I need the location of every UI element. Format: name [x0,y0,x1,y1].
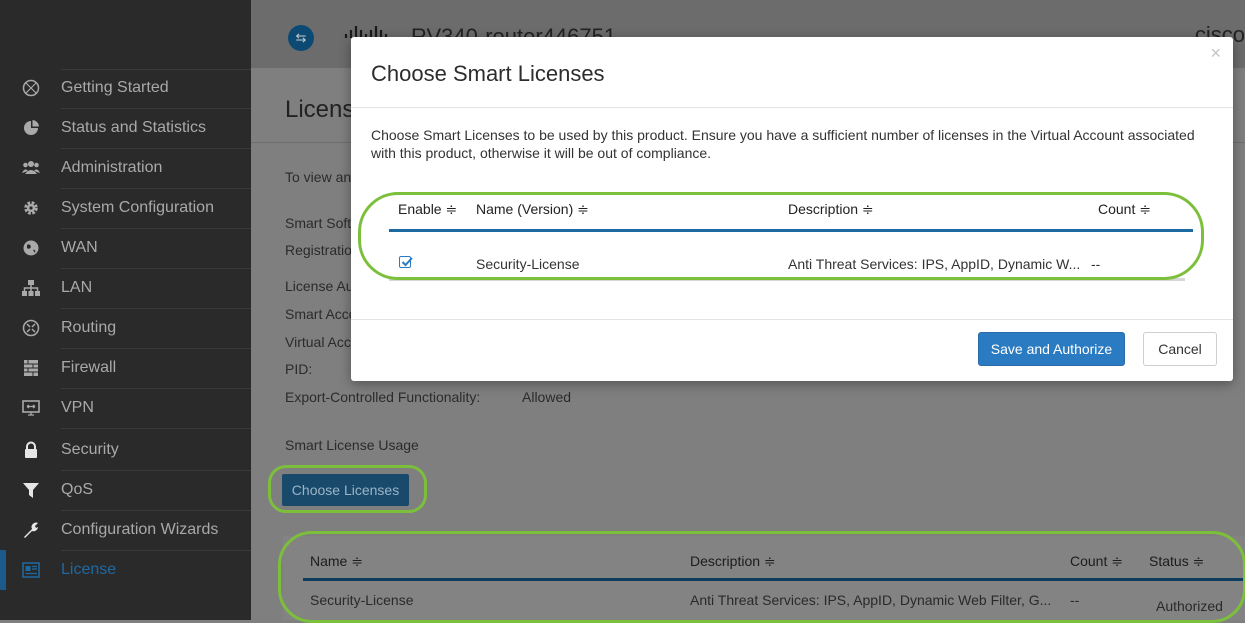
globe-icon [22,79,40,97]
field-label: Virtual Acc [285,334,351,350]
lock-icon [22,441,40,459]
license-icon [22,561,40,579]
sidebar-divider [61,428,251,429]
world-icon [22,239,40,257]
sidebar-item-label: QoS [61,481,94,498]
intro-text: To view an [285,169,352,185]
sidebar-item-label: Configuration Wizards [61,521,219,538]
sidebar-item-configuration-wizards[interactable]: Configuration Wizards [0,510,251,550]
wrench-icon [22,521,40,539]
sidebar-item-lan[interactable]: LAN [0,268,251,308]
sidebar-item-license[interactable]: License [0,550,251,590]
sidebar-item-label: Security [61,441,119,458]
sidebar-item-label: Administration [61,159,163,176]
sidebar-item-label: Firewall [61,359,117,376]
firewall-icon [22,359,40,377]
field-label: License Au [285,278,354,294]
sidebar-item-label: Routing [61,319,117,336]
field-label: PID: [285,361,313,377]
modal-description: Choose Smart Licenses to be used by this… [371,127,1195,161]
close-icon[interactable]: × [1210,43,1221,64]
vpn-icon [22,399,40,417]
sidebar-item-label: System Configuration [61,199,214,216]
pie-chart-icon [22,119,40,137]
highlight-ring [358,192,1204,280]
gear-icon [22,199,40,217]
field-value: Allowed [522,389,572,405]
sidebar-item-label: Getting Started [61,79,169,96]
modal-title: Choose Smart Licenses [371,61,605,86]
sidebar-item-label: License [61,561,117,578]
divider [351,107,1233,108]
sidebar-item-label: VPN [61,399,94,416]
sidebar-item-label: Status and Statistics [61,119,206,136]
field-label: Smart Soft [285,215,352,231]
router-icon [22,319,40,337]
sidebar-item-label: WAN [61,239,98,256]
sidebar-item-qos[interactable]: QoS [0,470,251,510]
sidebar-item-system-configuration[interactable]: System Configuration [0,188,251,228]
highlight-ring [278,531,1245,623]
sidebar-item-label: LAN [61,279,93,296]
network-icon [22,279,40,297]
section-heading: Smart License Usage [285,437,419,453]
sidebar-item-routing[interactable]: Routing [0,308,251,348]
sidebar-item-firewall[interactable]: Firewall [0,348,251,388]
sidebar-item-security[interactable]: Security [0,430,251,470]
sidebar: Getting Started Status and Statistics Ad… [0,0,251,620]
field-label: Registratio [285,242,352,258]
sidebar-item-administration[interactable]: Administration [0,148,251,188]
sidebar-item-vpn[interactable]: VPN [0,388,251,428]
save-and-authorize-button[interactable]: Save and Authorize [978,332,1125,366]
users-icon [22,159,40,177]
filter-icon [22,481,40,499]
field-label: Smart Acco [285,306,357,322]
sidebar-item-getting-started[interactable]: Getting Started [0,68,251,108]
menu-toggle-icon[interactable]: ⇆ [288,25,314,51]
divider [351,319,1233,320]
field-label: Export-Controlled Functionality: [285,389,481,405]
sidebar-item-wan[interactable]: WAN [0,228,251,268]
cancel-button[interactable]: Cancel [1143,332,1217,366]
page-title: Licens [285,96,355,123]
choose-licenses-button[interactable]: Choose Licenses [282,474,409,506]
sidebar-item-status-and-statistics[interactable]: Status and Statistics [0,108,251,148]
